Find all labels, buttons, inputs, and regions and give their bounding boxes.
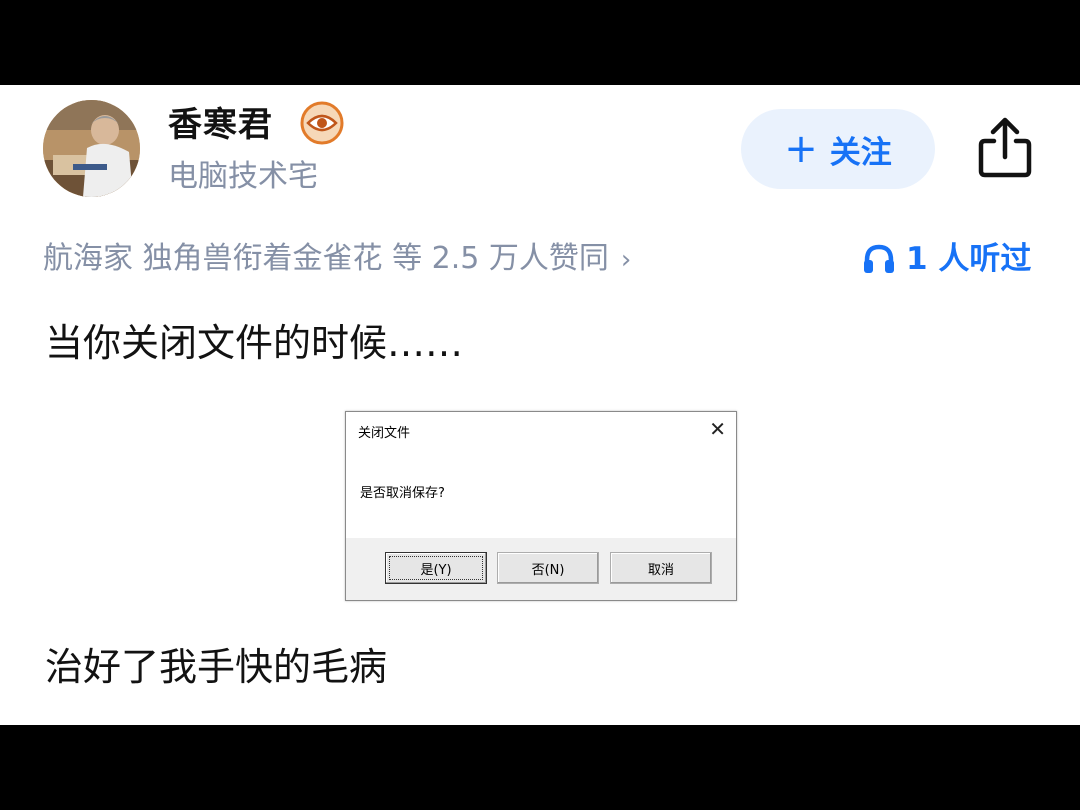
share-icon[interactable] xyxy=(975,115,1035,179)
answer-paragraph-2: 治好了我手快的毛病 xyxy=(45,645,388,689)
listened-count[interactable]: 1 人听过 xyxy=(862,237,1031,281)
chevron-right-icon: › xyxy=(620,245,632,275)
close-icon: ✕ xyxy=(709,417,726,441)
follow-button[interactable]: + 关注 xyxy=(741,109,935,189)
author-bio: 电脑技术宅 xyxy=(168,159,318,194)
follow-label: 关注 xyxy=(829,134,892,171)
no-button: 否(N) xyxy=(497,552,599,584)
dialog-message: 是否取消保存? xyxy=(360,486,445,501)
dialog-title: 关闭文件 xyxy=(358,426,411,441)
voters-text: 航海家 独角兽衔着金雀花 等 2.5 万人赞同 xyxy=(43,241,609,276)
headphones-icon xyxy=(864,244,894,273)
cancel-button: 取消 xyxy=(610,552,712,584)
answer-paragraph-1: 当你关闭文件的时候…… xyxy=(45,321,464,365)
close-file-dialog-image: 关闭文件 ✕ 是否取消保存? 是(Y) 否(N) 取消 xyxy=(345,411,737,601)
dialog-button-bar: 是(Y) 否(N) 取消 xyxy=(346,538,736,600)
avatar[interactable] xyxy=(43,100,140,197)
eye-badge-icon xyxy=(300,101,344,145)
answer-screen: 香寒君 电脑技术宅 + 关注 航海家 独角兽衔着金雀花 等 2.5 万人赞同 › … xyxy=(0,85,1080,725)
plus-icon: + xyxy=(784,126,818,172)
yes-button: 是(Y) xyxy=(385,552,487,584)
listened-text: 1 人听过 xyxy=(906,241,1032,277)
voters-link[interactable]: 航海家 独角兽衔着金雀花 等 2.5 万人赞同 › xyxy=(43,237,631,282)
author-name[interactable]: 香寒君 xyxy=(168,103,273,147)
avatar-image xyxy=(43,100,140,197)
